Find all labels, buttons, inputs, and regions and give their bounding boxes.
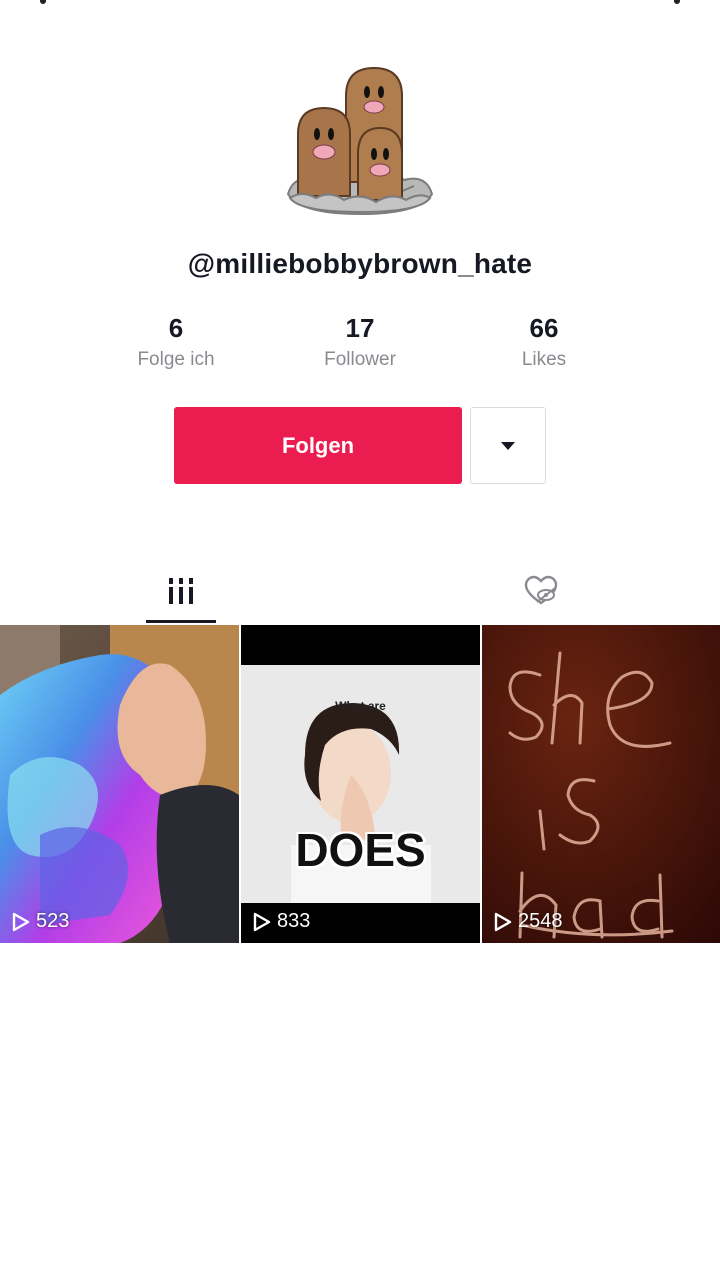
- video-views-text: 523: [36, 910, 70, 932]
- tab-liked-videos[interactable]: [506, 560, 576, 622]
- tab-videos[interactable]: [146, 560, 216, 622]
- video-views-text: 833: [277, 910, 311, 932]
- stat-likes-label: Likes: [521, 349, 567, 370]
- heart-hidden-icon: [524, 575, 558, 605]
- profile-stats: 6 Folge ich 17 Follower 66 Likes: [86, 312, 634, 382]
- stat-followers-label: Follower: [324, 349, 396, 370]
- status-mark-left: [40, 0, 46, 4]
- status-bar-edge: [0, 0, 720, 10]
- diglett-avatar-image: [286, 66, 434, 216]
- video-view-count: 833: [253, 910, 310, 933]
- play-icon: [494, 912, 512, 931]
- video-view-count: 523: [12, 910, 69, 933]
- stat-likes-count: 66: [529, 313, 559, 343]
- profile-username: @milliebobbybrown_hate: [187, 248, 533, 279]
- tab-selected-indicator: [146, 620, 216, 623]
- stat-followers-count: 17: [345, 313, 375, 343]
- stat-likes[interactable]: 66 Likes: [454, 312, 634, 371]
- video-view-count: 2548: [494, 910, 563, 933]
- video-thumbnail-image: [0, 625, 239, 943]
- stat-following-count: 6: [168, 313, 184, 343]
- follow-button[interactable]: Folgen: [174, 407, 462, 484]
- grid-icon: [169, 578, 193, 604]
- video-thumbnail[interactable]: 523: [0, 625, 239, 943]
- video-thumbnail[interactable]: 2548: [482, 625, 720, 943]
- caret-down-icon: [501, 441, 515, 450]
- video-caption-big: DOES: [295, 824, 426, 876]
- profile-tabs: [0, 560, 720, 626]
- video-grid: 523 What are DOES 833 2548: [0, 625, 720, 943]
- stat-followers[interactable]: 17 Follower: [270, 312, 450, 371]
- video-thumbnail-image: [241, 625, 480, 943]
- play-icon: [12, 912, 30, 931]
- video-thumbnail[interactable]: What are DOES 833: [241, 625, 480, 943]
- stat-following-label: Folge ich: [137, 349, 215, 370]
- video-thumbnail-image: [482, 625, 720, 943]
- stat-following[interactable]: 6 Folge ich: [86, 312, 266, 371]
- video-views-text: 2548: [518, 910, 563, 932]
- suggested-accounts-button[interactable]: [470, 407, 546, 484]
- avatar[interactable]: [280, 62, 440, 222]
- play-icon: [253, 912, 271, 931]
- video-caption-small: What are: [335, 699, 386, 713]
- status-mark-right: [674, 0, 680, 4]
